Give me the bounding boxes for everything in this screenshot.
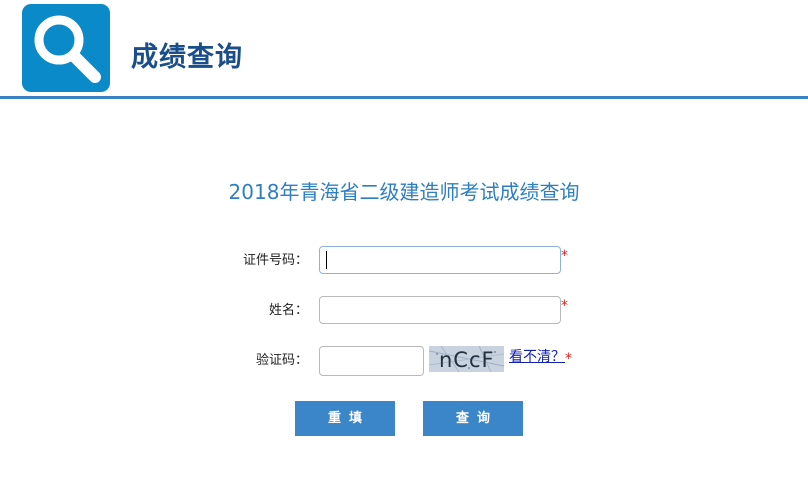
captcha-label: 验证码： [255,353,308,368]
id-number-input[interactable] [319,246,561,274]
required-mark: * [561,248,568,264]
exam-query-title: 2018年青海省二级建造师考试成绩查询 [228,180,580,204]
captcha-image[interactable]: nCcF [429,346,504,372]
id-number-label: 证件号码： [242,253,308,268]
captcha-code: nCcF [439,348,495,372]
text-cursor [326,251,327,269]
score-query-page: 成绩查询 2018年青海省二级建造师考试成绩查询 证件号码： * 姓名： * 验… [0,0,808,493]
captcha-refresh-link[interactable]: 看不清？ [509,348,565,366]
search-icon [22,4,110,92]
name-input[interactable] [319,296,561,324]
page-title: 成绩查询 [131,42,243,73]
captcha-input[interactable] [319,346,424,376]
reset-button[interactable]: 重填 [295,401,395,436]
query-button[interactable]: 查询 [423,401,523,436]
name-row: 姓名： * [0,296,808,328]
id-number-row: 证件号码： * [0,246,808,278]
required-mark: * [565,351,572,367]
header: 成绩查询 [0,0,808,99]
required-mark: * [561,298,568,314]
header-divider [0,96,808,99]
name-label: 姓名： [268,303,308,318]
captcha-row: 验证码： nCcF 看不清？ * [0,346,808,378]
